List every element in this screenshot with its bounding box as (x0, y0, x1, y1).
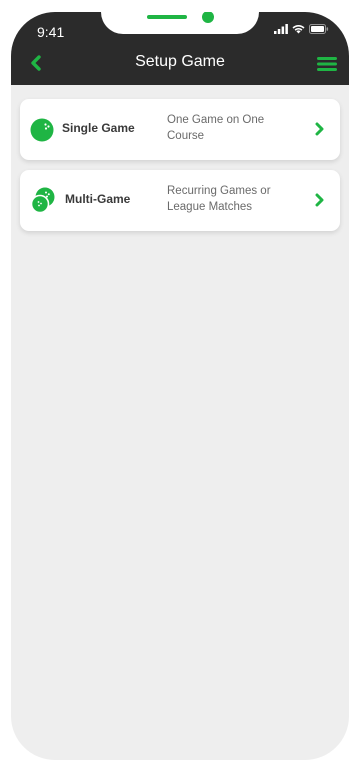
multi-ball-icon (30, 187, 55, 213)
wifi-icon (292, 25, 305, 34)
option-label: Multi-Game (65, 192, 131, 206)
page-title: Setup Game (135, 53, 225, 70)
menu-button[interactable] (317, 56, 337, 72)
hamburger-menu-icon (317, 57, 337, 71)
signal-icon (274, 24, 288, 34)
option-description: One Game on One Course (167, 114, 265, 142)
option-single-game[interactable]: Single Game One Game on One Course (20, 99, 340, 160)
notch-camera (202, 12, 214, 23)
notch-speaker (147, 15, 187, 19)
chevron-right-icon (315, 193, 324, 207)
status-time: 9:41 (37, 24, 65, 40)
app-header: 9:41 Setup Game (11, 12, 349, 85)
single-ball-icon (30, 118, 54, 142)
option-description: Recurring Games or League Matches (167, 185, 271, 213)
phone-screen: 9:41 Setup Game Single Game One Game on … (11, 12, 349, 760)
battery-icon (309, 24, 329, 34)
chevron-right-icon (315, 122, 324, 136)
status-icons (274, 24, 329, 34)
option-label: Single Game (62, 121, 135, 135)
option-multi-game[interactable]: Multi-Game Recurring Games or League Mat… (20, 170, 340, 231)
notch (101, 12, 259, 34)
